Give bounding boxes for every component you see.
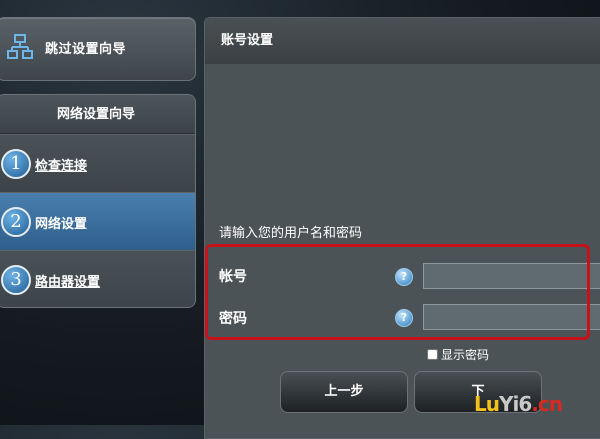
watermark-right: .cn [531,392,563,416]
show-password-label: 显示密码 [441,348,490,362]
credentials-prompt: 请输入您的用户名和密码 [219,226,363,241]
step-router-settings[interactable]: 3 路由器设置 [0,250,195,307]
step-2-label: 网络设置 [35,217,88,232]
account-label: 帐号 [219,269,247,285]
step-check-connection[interactable]: 1 检查连接 [0,134,195,192]
wizard-title: 网络设置向导 [0,95,195,134]
step-1-label: 检查连接 [35,159,88,174]
skip-wizard-label: 跳过设置向导 [45,42,127,57]
watermark-mid: Yi6 [498,392,532,416]
watermark-left: Lu [474,392,500,416]
step-1-number: 1 [1,149,31,179]
show-password-option[interactable]: 显示密码 [427,346,489,363]
site-watermark: LuYi6.cn [474,392,563,416]
password-label: 密码 [219,311,247,327]
previous-button[interactable]: 上一步 [280,371,408,413]
password-input[interactable] [423,304,600,330]
skip-wizard-button[interactable]: 跳过设置向导 [0,17,196,81]
account-help-icon[interactable]: ? [395,268,413,286]
step-3-label: 路由器设置 [35,275,101,290]
step-2-number: 2 [1,207,31,237]
password-help-icon[interactable]: ? [395,309,413,327]
network-icon [7,34,33,59]
page-title: 账号设置 [205,18,600,64]
show-password-checkbox[interactable] [427,349,438,360]
account-input[interactable] [423,263,600,289]
step-3-number: 3 [1,265,31,295]
step-network-settings[interactable]: 2 网络设置 [0,192,195,250]
wizard-steps-panel: 网络设置向导 1 检查连接 2 网络设置 3 路由器设置 [0,94,196,308]
